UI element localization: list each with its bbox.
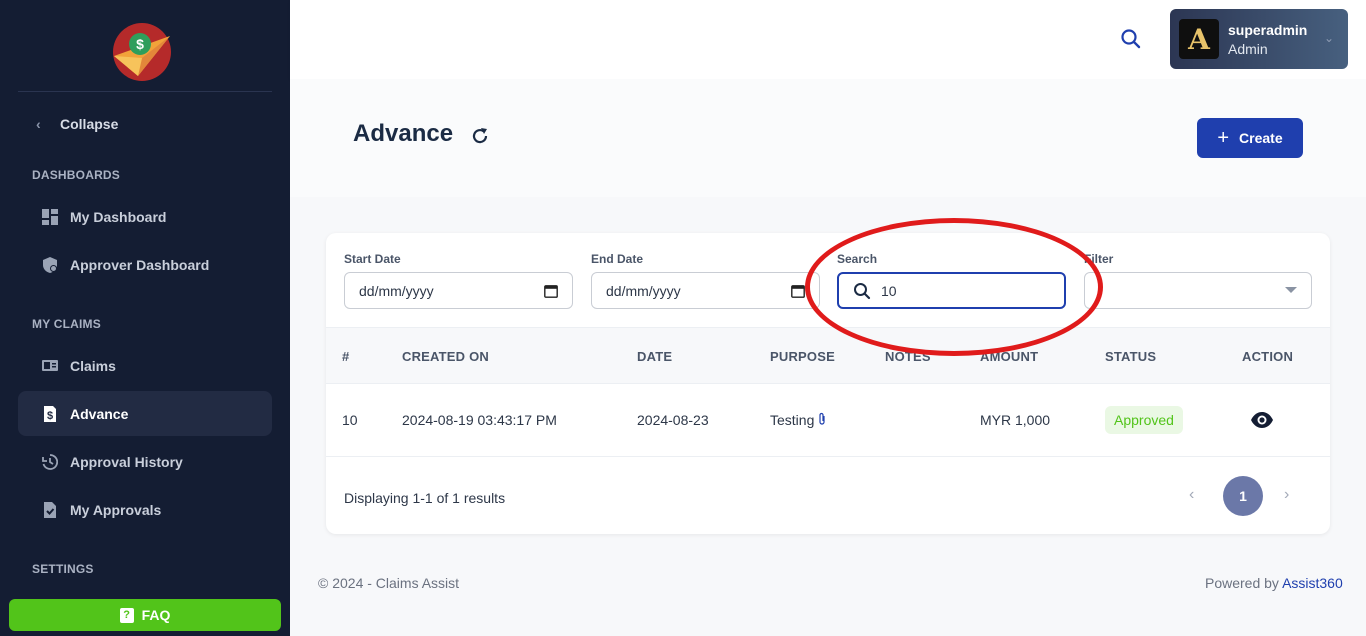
create-label: Create bbox=[1239, 130, 1283, 146]
search-value: 10 bbox=[881, 282, 897, 299]
shield-check-icon bbox=[43, 256, 57, 273]
column-header-action: ACTION bbox=[1242, 349, 1294, 364]
chevron-down-icon: ⌄ bbox=[1323, 31, 1334, 45]
document-check-icon bbox=[44, 501, 56, 518]
faq-label: FAQ bbox=[141, 607, 171, 623]
sidebar-item-label: Approval History bbox=[70, 453, 183, 470]
topbar: A superadmin Admin ⌄ bbox=[290, 0, 1366, 79]
filter-label: Filter bbox=[1084, 252, 1114, 266]
start-date-label: Start Date bbox=[344, 252, 401, 266]
app-logo[interactable]: $ bbox=[108, 22, 174, 82]
search-input[interactable]: 10 bbox=[837, 272, 1066, 309]
cell-amount: MYR 1,000 bbox=[980, 412, 1051, 428]
plus-icon: + bbox=[1217, 127, 1230, 149]
cell-created-on: 2024-08-19 03:43:17 PM bbox=[402, 412, 557, 428]
cell-date: 2024-08-23 bbox=[637, 412, 709, 428]
end-date-input[interactable]: dd/mm/yyyy bbox=[591, 272, 820, 309]
search-icon[interactable] bbox=[1120, 28, 1142, 50]
sidebar-item-label: Claims bbox=[70, 357, 116, 374]
sidebar-item-label: My Dashboard bbox=[70, 208, 167, 225]
caret-down-icon bbox=[1285, 287, 1297, 293]
sidebar-item-approver-dashboard[interactable]: Approver Dashboard bbox=[18, 242, 272, 287]
sidebar-item-label: My Approvals bbox=[70, 501, 162, 518]
sidebar-item-my-approvals[interactable]: My Approvals bbox=[18, 487, 272, 532]
column-header-created-on: CREATED ON bbox=[402, 349, 489, 364]
page-header: Advance + Create bbox=[290, 79, 1366, 197]
column-header-notes: NOTES bbox=[885, 349, 931, 364]
avatar: A bbox=[1179, 19, 1219, 59]
cell-purpose-text: Testing bbox=[770, 412, 815, 428]
sidebar-item-advance[interactable]: $ Advance bbox=[18, 391, 272, 436]
column-header-id: # bbox=[342, 349, 350, 364]
dashboard-icon bbox=[42, 208, 58, 225]
results-summary: Displaying 1-1 of 1 results bbox=[344, 490, 506, 506]
user-role: Admin bbox=[1228, 40, 1268, 57]
svg-text:$: $ bbox=[47, 410, 53, 422]
collapse-label: Collapse bbox=[60, 116, 119, 132]
receipt-icon bbox=[42, 359, 58, 371]
history-icon bbox=[42, 453, 58, 470]
status-badge: Approved bbox=[1105, 406, 1183, 434]
section-title-settings: SETTINGS bbox=[32, 562, 94, 576]
faq-button[interactable]: ? FAQ bbox=[9, 599, 281, 631]
cell-purpose: Testing bbox=[770, 412, 826, 428]
powered-by-link[interactable]: Assist360 bbox=[1282, 575, 1343, 591]
filter-select[interactable] bbox=[1084, 272, 1312, 309]
sidebar-item-label: Approver Dashboard bbox=[70, 256, 210, 273]
section-title-my-claims: MY CLAIMS bbox=[32, 317, 101, 331]
calendar-icon[interactable] bbox=[791, 284, 805, 298]
sidebar-item-my-dashboard[interactable]: My Dashboard bbox=[18, 194, 272, 239]
view-eye-icon[interactable] bbox=[1250, 411, 1274, 429]
money-document-icon: $ bbox=[44, 405, 56, 422]
advance-card: Start Date dd/mm/yyyy End Date dd/mm/yyy… bbox=[326, 233, 1330, 534]
table-header: # CREATED ON DATE PURPOSE NOTES AMOUNT S… bbox=[326, 327, 1330, 384]
cell-id: 10 bbox=[342, 412, 358, 428]
pagination-next-icon[interactable]: › bbox=[1284, 486, 1289, 504]
end-date-value: dd/mm/yyyy bbox=[606, 282, 681, 299]
page-title: Advance bbox=[353, 120, 454, 147]
sidebar-item-approval-history[interactable]: Approval History bbox=[18, 439, 272, 484]
footer-powered-by: Powered by Assist360 bbox=[1205, 575, 1343, 591]
column-header-purpose: PURPOSE bbox=[770, 349, 835, 364]
start-date-value: dd/mm/yyyy bbox=[359, 282, 434, 299]
pagination-page-button[interactable]: 1 bbox=[1223, 476, 1263, 516]
user-menu[interactable]: A superadmin Admin ⌄ bbox=[1170, 9, 1348, 69]
collapse-toggle[interactable]: ‹ Collapse bbox=[36, 116, 118, 132]
sidebar-divider bbox=[18, 91, 272, 92]
sidebar: $ ‹ Collapse DASHBOARDS My Dashboard App… bbox=[0, 0, 290, 636]
sidebar-item-label: Advance bbox=[70, 405, 129, 422]
search-label: Search bbox=[837, 252, 878, 266]
paperclip-icon[interactable] bbox=[818, 412, 826, 426]
pagination-prev-icon[interactable]: ‹ bbox=[1189, 486, 1194, 504]
start-date-input[interactable]: dd/mm/yyyy bbox=[344, 272, 573, 309]
create-button[interactable]: + Create bbox=[1197, 118, 1303, 158]
sidebar-item-claims[interactable]: Claims bbox=[18, 343, 272, 388]
powered-by-prefix: Powered by bbox=[1205, 575, 1283, 591]
end-date-label: End Date bbox=[591, 252, 644, 266]
footer-copyright: © 2024 - Claims Assist bbox=[318, 575, 460, 591]
svg-text:$: $ bbox=[136, 36, 144, 52]
refresh-icon[interactable] bbox=[470, 126, 490, 146]
question-icon: ? bbox=[119, 607, 134, 623]
column-header-amount: AMOUNT bbox=[980, 349, 1039, 364]
search-icon bbox=[854, 282, 871, 299]
section-title-dashboards: DASHBOARDS bbox=[32, 168, 121, 182]
chevron-left-icon: ‹ bbox=[36, 116, 41, 132]
calendar-icon[interactable] bbox=[544, 284, 558, 298]
user-name: superadmin bbox=[1228, 21, 1308, 38]
table-row: 10 2024-08-19 03:43:17 PM 2024-08-23 Tes… bbox=[326, 384, 1330, 457]
column-header-date: DATE bbox=[637, 349, 673, 364]
column-header-status: STATUS bbox=[1105, 349, 1157, 364]
